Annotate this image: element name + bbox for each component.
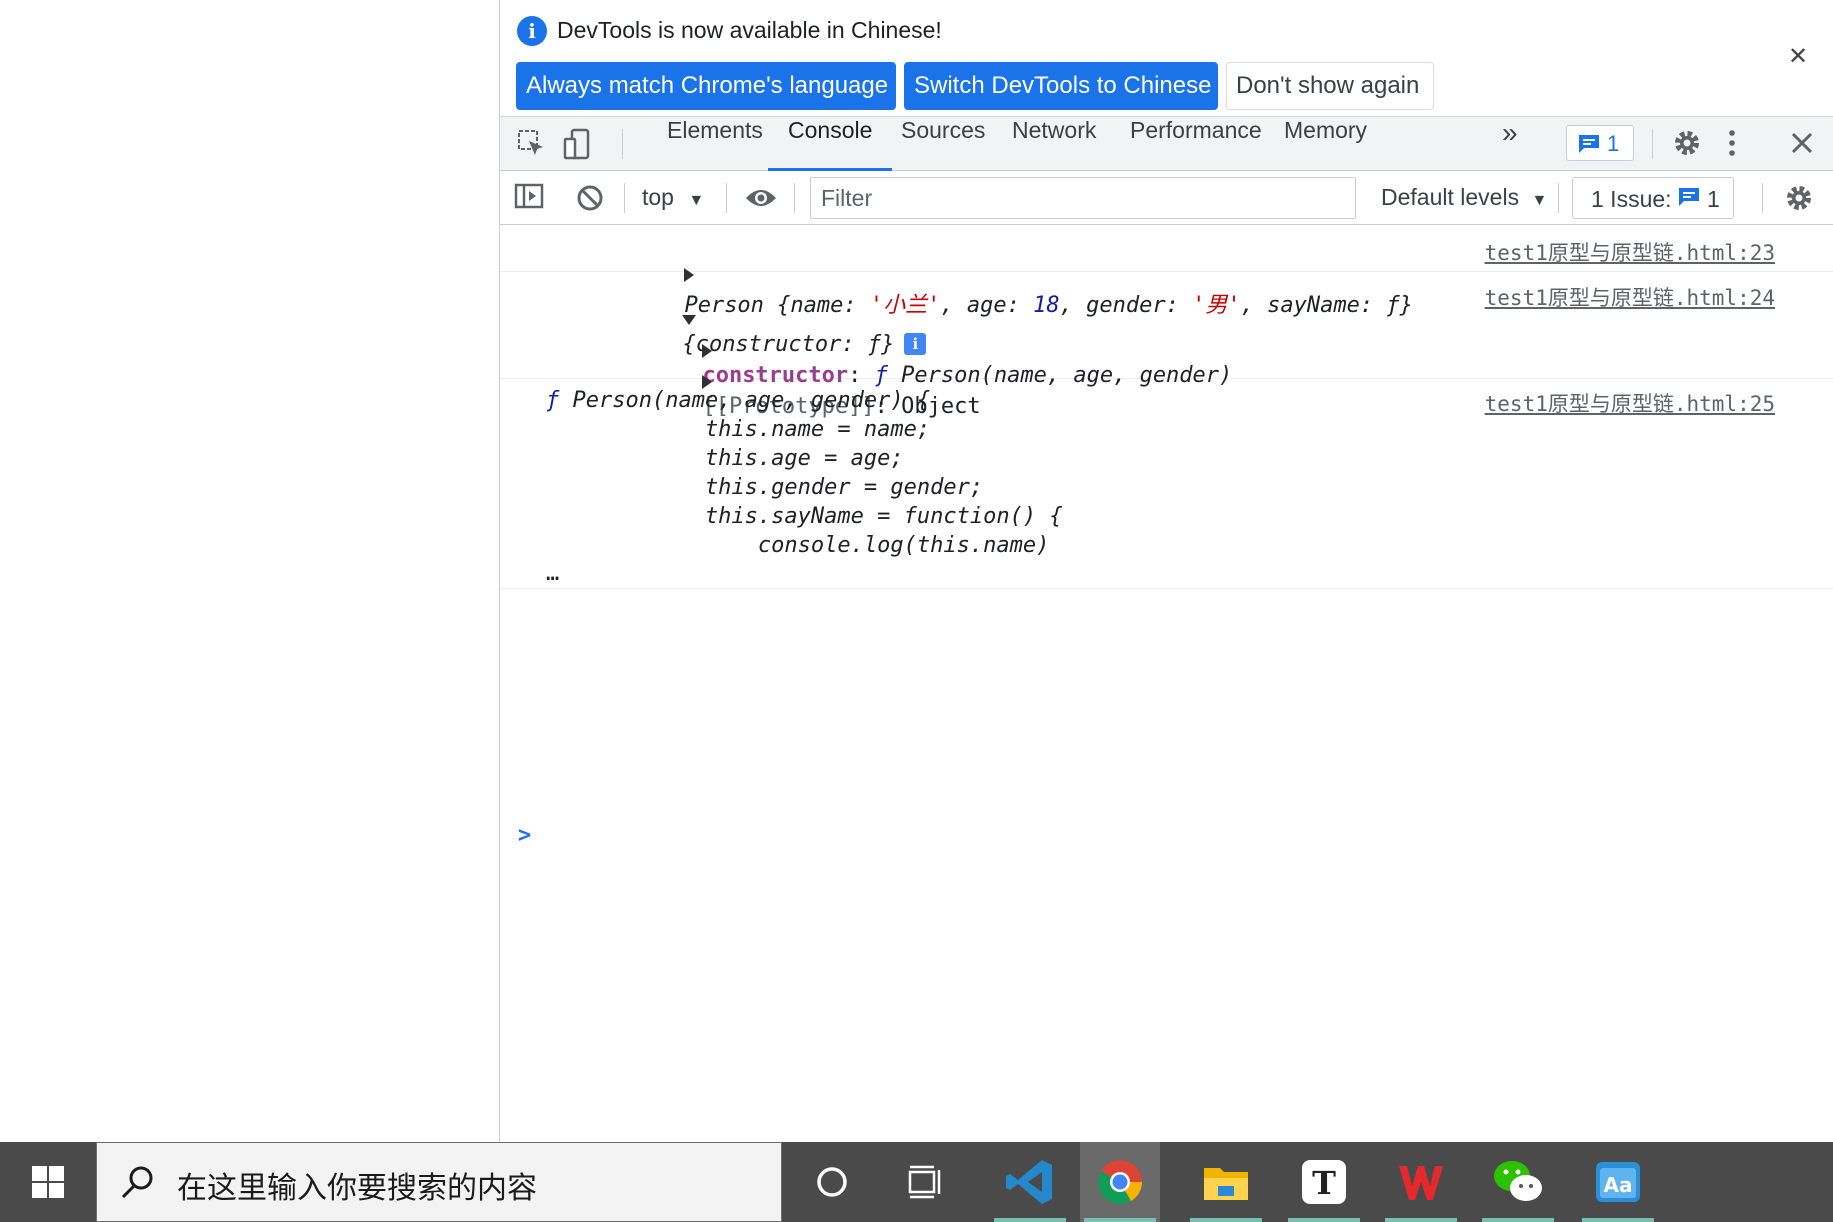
- toolbar-divider: [624, 183, 625, 213]
- devtools-panel: i DevTools is now available in Chinese! …: [500, 0, 1833, 1142]
- code-line: this.name = name;: [546, 417, 931, 442]
- console-prompt[interactable]: >: [518, 823, 531, 848]
- clear-console-icon[interactable]: [576, 184, 604, 216]
- running-indicator: [994, 1218, 1066, 1222]
- search-placeholder: 在这里输入你要搜索的内容: [177, 1171, 537, 1206]
- tab-elements[interactable]: Elements: [647, 117, 783, 171]
- svg-text:T: T: [1312, 1164, 1336, 1202]
- message-icon: [1578, 134, 1600, 158]
- log-levels-label: Default levels: [1381, 184, 1520, 210]
- settings-gear-icon[interactable]: [1672, 128, 1702, 162]
- dropdown-arrow-icon: ▼: [688, 192, 705, 209]
- desktop-screen: i DevTools is now available in Chinese! …: [0, 0, 1833, 1222]
- issues-button[interactable]: 1 Issue: 1: [1572, 177, 1734, 219]
- toolbar-divider: [1762, 183, 1763, 213]
- sidebar-toggle-icon[interactable]: [514, 183, 544, 213]
- more-options-kebab-icon[interactable]: [1726, 128, 1738, 162]
- console-message: {constructor: ƒ} i constructor: ƒ Person(…: [500, 272, 1833, 419]
- messages-badge[interactable]: 1: [1566, 125, 1634, 161]
- tab-performance[interactable]: Performance: [1110, 117, 1282, 171]
- taskbar-app-typora[interactable]: T: [1284, 1142, 1364, 1222]
- folder-icon: [1204, 1168, 1248, 1200]
- browser-page-viewport[interactable]: [0, 0, 500, 1142]
- running-indicator: [1582, 1218, 1654, 1222]
- issues-label: 1 Issue:: [1591, 186, 1672, 212]
- running-indicator: [1385, 1218, 1457, 1222]
- running-indicator: [1084, 1218, 1156, 1222]
- tab-network[interactable]: Network: [992, 117, 1116, 171]
- taskbar-search-box[interactable]: 在这里输入你要搜索的内容: [96, 1142, 782, 1222]
- more-tabs-chevron-icon[interactable]: »: [1482, 117, 1538, 171]
- messages-count: 1: [1607, 131, 1620, 156]
- source-link[interactable]: test1原型与原型链.html:25: [1485, 388, 1775, 418]
- always-match-language-button[interactable]: Always match Chrome's language: [516, 62, 896, 110]
- cortana-button[interactable]: [792, 1142, 872, 1222]
- dictionary-icon: Aa: [1596, 1162, 1640, 1202]
- typora-icon: T: [1302, 1160, 1346, 1204]
- wps-icon: [1399, 1166, 1443, 1200]
- truncation-ellipsis[interactable]: …: [546, 561, 559, 586]
- console-settings-gear-icon[interactable]: [1784, 183, 1814, 217]
- code-line: console.log(this.name): [546, 533, 1050, 558]
- live-expression-eye-icon[interactable]: [744, 186, 778, 214]
- tab-sources[interactable]: Sources: [881, 117, 1005, 171]
- windows-taskbar: 在这里输入你要搜索的内容 T Aa: [0, 1142, 1833, 1222]
- console-message: Person {name: '小兰', age: 18, gender: '男'…: [500, 225, 1833, 318]
- switch-to-chinese-button[interactable]: Switch DevTools to Chinese: [904, 62, 1218, 110]
- taskbar-app-wechat[interactable]: [1478, 1142, 1558, 1222]
- log-levels-dropdown[interactable]: Default levels ▼: [1381, 184, 1547, 211]
- infobar-message: DevTools is now available in Chinese!: [557, 17, 942, 43]
- context-value: top: [642, 184, 674, 210]
- device-toolbar-icon[interactable]: [562, 128, 592, 164]
- code-line: this.gender = gender;: [546, 475, 984, 500]
- taskbar-app-vscode[interactable]: [990, 1142, 1070, 1222]
- code-line: this.age = age;: [546, 446, 904, 471]
- wechat-icon: [1494, 1161, 1542, 1201]
- close-icon[interactable]: ✕: [1788, 42, 1808, 70]
- windows-logo-icon: [32, 1166, 64, 1198]
- code-line: this.sayName = function() {: [546, 504, 1063, 529]
- close-devtools-icon[interactable]: [1790, 131, 1814, 159]
- chrome-icon: [1098, 1160, 1142, 1204]
- context-selector[interactable]: top ▼: [642, 184, 704, 211]
- running-indicator: [1288, 1218, 1360, 1222]
- taskbar-app-chrome[interactable]: [1080, 1142, 1160, 1222]
- cortana-circle-icon: [817, 1167, 847, 1197]
- dont-show-again-button[interactable]: Don't show again: [1226, 62, 1434, 110]
- filter-input[interactable]: [810, 177, 1356, 219]
- start-button[interactable]: [0, 1142, 96, 1222]
- issue-message-icon: [1678, 187, 1700, 211]
- svg-text:Aa: Aa: [1604, 1173, 1633, 1197]
- code-line: Person(name, age, gender) {: [572, 388, 931, 413]
- search-icon: [121, 1166, 153, 1199]
- dropdown-arrow-icon: ▼: [1531, 192, 1548, 209]
- taskbar-app-dictionary[interactable]: Aa: [1578, 1142, 1658, 1222]
- issues-count: 1: [1707, 186, 1720, 212]
- language-infobar: i DevTools is now available in Chinese! …: [500, 0, 1833, 117]
- toolbar-divider: [1652, 129, 1653, 159]
- tab-console[interactable]: Console: [768, 117, 893, 171]
- task-view-button[interactable]: [886, 1142, 966, 1222]
- task-view-icon: [908, 1165, 941, 1199]
- toolbar-divider: [1558, 183, 1559, 213]
- taskbar-app-wps[interactable]: [1381, 1142, 1461, 1222]
- toolbar-divider: [726, 183, 727, 213]
- tab-memory[interactable]: Memory: [1264, 117, 1387, 171]
- running-indicator: [1482, 1218, 1554, 1222]
- console-message: ƒ Person(name, age, gender) { this.name …: [500, 379, 1833, 589]
- devtools-tab-bar: Elements Console Sources Network Perform…: [500, 117, 1833, 171]
- function-glyph: ƒ: [546, 388, 560, 413]
- source-link[interactable]: test1原型与原型链.html:24: [1485, 282, 1775, 312]
- toolbar-divider: [794, 183, 795, 213]
- info-icon: i: [517, 16, 547, 46]
- vscode-icon: [1006, 1160, 1052, 1204]
- function-source-line: ƒ Person(name, age, gender) {: [546, 388, 930, 413]
- toolbar-divider: [622, 129, 623, 159]
- console-toolbar: top ▼ Default levels ▼ 1 Issue: 1: [500, 171, 1833, 225]
- inspect-element-icon[interactable]: [516, 128, 546, 162]
- console-output: Person {name: '小兰', age: 18, gender: '男'…: [500, 225, 1833, 848]
- source-link[interactable]: test1原型与原型链.html:23: [1485, 237, 1775, 267]
- running-indicator: [1190, 1218, 1262, 1222]
- taskbar-app-file-explorer[interactable]: [1186, 1142, 1266, 1222]
